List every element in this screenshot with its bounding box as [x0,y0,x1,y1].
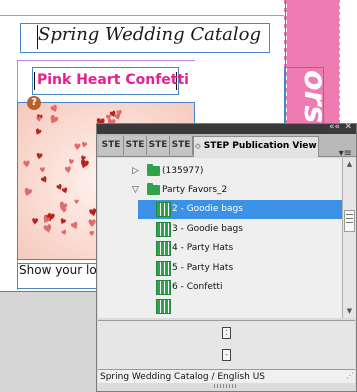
panel-tab-bar: STE STE STE STE ◇ STEP Publication View … [97,134,356,159]
tab-label: STEP Publication View [203,141,317,151]
tab-label: STE [101,140,121,150]
table-icon [156,299,171,314]
tree-row-selected[interactable]: 2 - Goodie bags [138,200,342,219]
panel-drag-grip[interactable] [214,384,236,388]
tab-label: STE [171,140,191,150]
scroll-thumb[interactable] [344,210,355,232]
tree-row[interactable]: 3 - Goodie bags [138,220,342,239]
table-icon [156,222,171,237]
tab-label: STE [148,140,168,150]
collapse-panel-button[interactable]: «« [329,122,340,132]
folder-icon [147,164,160,176]
place-frame-button[interactable]: ⁚ [222,327,231,339]
tab-step-3[interactable]: STE [147,136,170,155]
catalog-title[interactable]: Spring Wedding Catalog [38,24,261,45]
tree-scrollbar[interactable]: ▲ ▼ [342,158,356,318]
tab-step-4[interactable]: STE [170,136,193,155]
table-icon [156,241,171,256]
tab-step-2[interactable]: STE [124,136,147,155]
tab-step-1[interactable]: STE [99,136,124,155]
step-publication-panel: «« ✕ STE STE STE STE ◇ STEP Publication … [96,122,357,392]
product-caption[interactable]: Show your lo [19,263,97,277]
text-cursor [34,72,35,90]
expand-triangle-icon[interactable]: ▷ [132,162,139,181]
table-icon [156,202,171,217]
tree-row-label: 6 - Confetti [172,282,223,292]
resize-grip-icon[interactable]: ⋰ [346,371,354,380]
margin-guide [17,60,195,61]
image-status-icon[interactable]: ? [27,96,41,110]
tree-row[interactable]: 5 - Party Hats [138,259,342,278]
publication-tree[interactable]: ▷ (135977) ▽ Party Favors_2 2 - Goodie b… [98,158,342,318]
tree-row[interactable]: ▽ Party Favors_2 [98,181,342,200]
table-icon [156,280,171,295]
tab-step-publication-view[interactable]: ◇ STEP Publication View [193,136,319,157]
link-frame-button[interactable]: - [222,349,231,361]
tree-row[interactable]: 4 - Party Hats [138,239,342,258]
tree-row[interactable] [138,297,342,316]
tree-row-label: 2 - Goodie bags [172,204,243,214]
panel-status-bar: Spring Wedding Catalog / English US [98,369,355,383]
tree-row-label: Party Favors_2 [162,185,228,195]
scroll-down-arrow-icon[interactable]: ▼ [345,307,354,316]
panel-title-bar[interactable]: «« ✕ [97,122,356,134]
margin-guide [0,15,285,16]
status-text: Spring Wedding Catalog / English US [100,372,265,382]
tree-row-label: 5 - Party Hats [172,263,234,273]
close-panel-button[interactable]: ✕ [344,122,352,132]
tree-row-label: (135977) [162,166,204,176]
tree-row-label: 4 - Party Hats [172,243,234,253]
tree-row[interactable]: 6 - Confetti [138,278,342,297]
table-icon [156,261,171,276]
panel-lower-area: ⁚ - [98,320,355,369]
tree-row-label: 3 - Goodie bags [172,224,243,234]
tree-row[interactable]: ▷ (135977) [98,162,342,181]
collapse-triangle-icon[interactable]: ▽ [132,181,139,200]
chevron-updown-icon: ◇ [195,142,201,150]
folder-icon [147,183,160,195]
tab-label: STE [125,140,145,150]
product-name[interactable]: Pink Heart Confetti [37,72,189,88]
scroll-up-arrow-icon[interactable]: ▲ [345,160,354,169]
